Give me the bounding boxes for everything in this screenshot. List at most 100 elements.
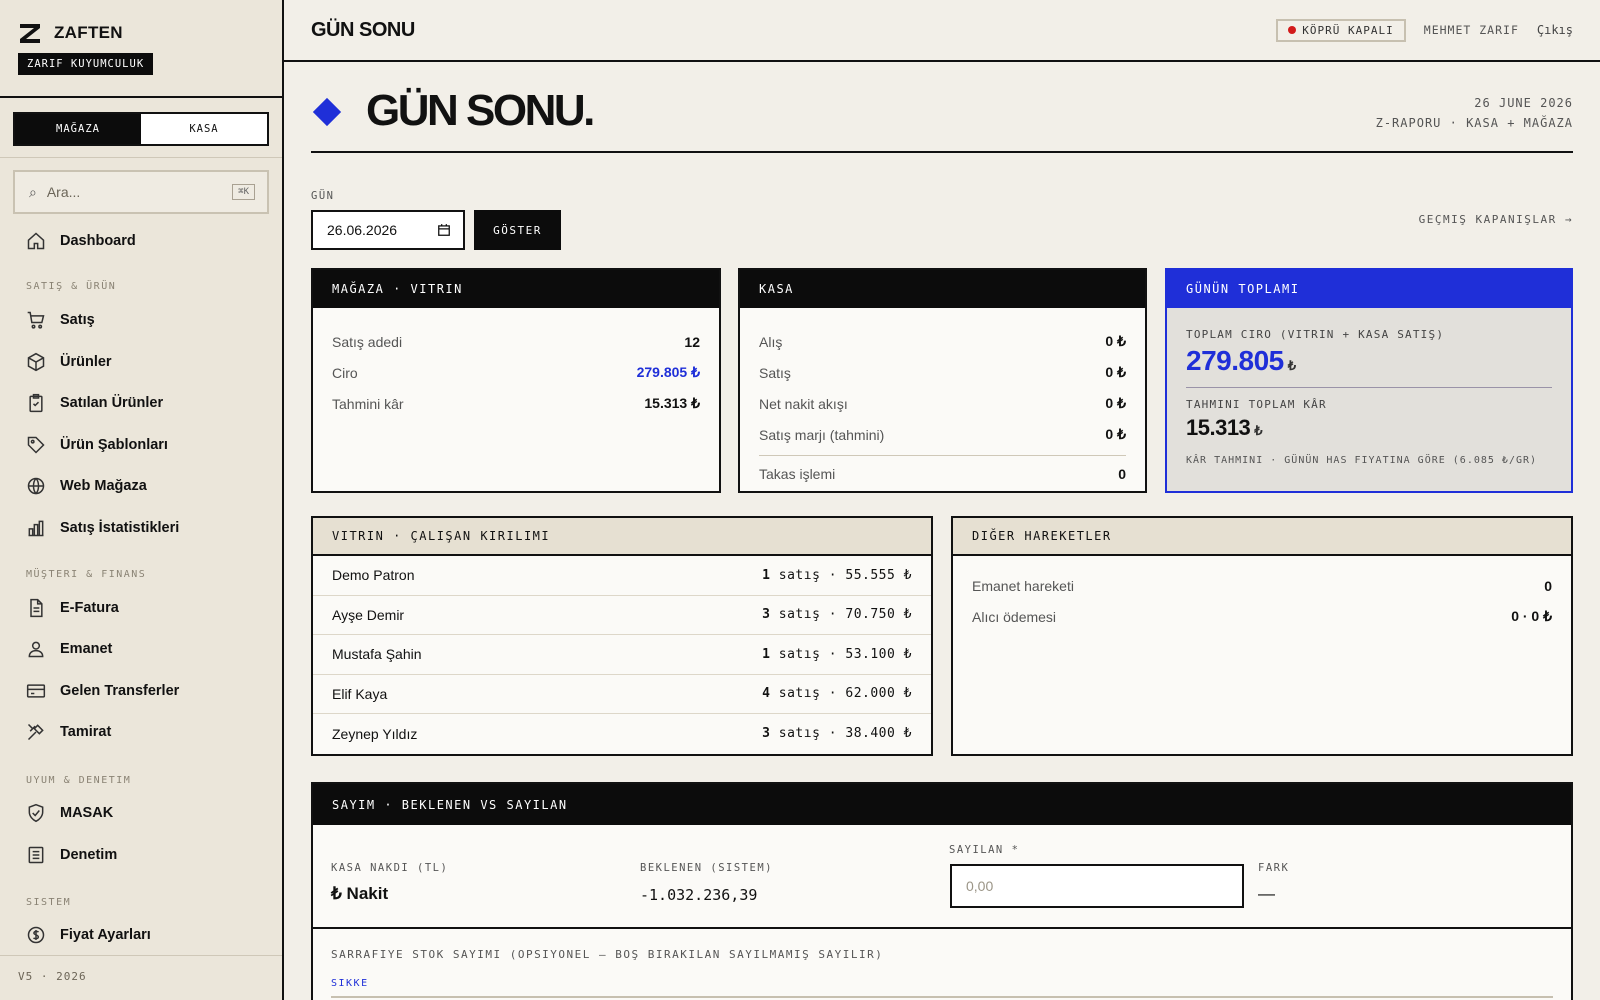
nav-section-sales: SATIŞ & ÜRÜN [26, 281, 117, 292]
mode-tab-cash[interactable]: KASA [141, 114, 267, 144]
sidebar-item-label: MASAK [60, 805, 114, 821]
divider [759, 455, 1126, 456]
card-title: SAYIM · BEKLENEN VS SAYILAN [313, 784, 1571, 825]
sale-detail: satış · 62.000 ₺ [778, 686, 912, 702]
sidebar-item-templates[interactable]: Ürün Şablonları [26, 435, 168, 455]
brand-name: ZAFTEN [54, 23, 123, 42]
diff-value: — [1258, 884, 1275, 903]
sidebar-item-products[interactable]: Ürünler [26, 352, 112, 372]
stat-label: Ciro [332, 364, 358, 381]
mode-switch: MAĞAZA KASA [13, 112, 269, 146]
dollar-circle-icon [27, 926, 45, 944]
employee-list: Demo Patron 1 satış · 55.555 ₺ Ayşe Demi… [313, 556, 931, 754]
sale-count: 1 [762, 646, 771, 662]
expected-value: -1.032.236,39 [640, 886, 758, 904]
stat-label: Emanet hareketi [972, 577, 1074, 594]
nav-section-customer: MÜŞTERI & FINANS [26, 569, 147, 580]
cash-value: ₺ Nakit [331, 884, 389, 903]
stat-label: Satış marjı (tahmini) [759, 426, 885, 443]
sidebar-item-repair[interactable]: Tamirat [26, 722, 111, 742]
sidebar: ZAFTEN ZARIF KUYUMCULUK MAĞAZA KASA ⌕ ⌘K… [0, 0, 284, 1000]
table-row: Demo Patron 1 satış · 55.555 ₺ [313, 556, 931, 596]
search-input[interactable] [46, 184, 233, 200]
coin-label: SIKKE [331, 978, 369, 989]
stat-label: Alış [759, 333, 783, 350]
page-header: GÜN SONU. 26 JUNE 2026 Z-RAPORU · KASA +… [311, 86, 1573, 153]
employee-breakdown-card: VITRIN · ÇALIŞAN KIRILIMI Demo Patron 1 … [311, 516, 933, 756]
sidebar-item-consignment[interactable]: Emanet [26, 639, 112, 659]
stat-value: 0 ₺ [1105, 395, 1126, 411]
card-title: MAĞAZA · VITRIN [313, 270, 719, 308]
shield-check-icon [28, 803, 44, 823]
box-icon [27, 352, 45, 372]
count-card: SAYIM · BEKLENEN VS SAYILAN [311, 782, 1573, 1000]
globe-icon [27, 477, 45, 495]
sidebar-item-masak[interactable]: MASAK [26, 803, 113, 823]
mode-tab-store[interactable]: MAĞAZA [15, 114, 141, 144]
sale-detail: satış · 55.555 ₺ [778, 567, 912, 583]
nav-section-compliance: UYUM & DENETIM [26, 775, 132, 786]
calendar-icon[interactable] [437, 223, 451, 237]
stat-label: Takas işlemi [759, 465, 836, 482]
sidebar-item-prices[interactable]: Fiyat Ayarları [26, 925, 151, 945]
stat-value: 0 ₺ [1105, 333, 1126, 349]
stat-label: Net nakit akışı [759, 395, 848, 412]
history-link[interactable]: GEÇMIŞ KAPANIŞLAR → [1419, 213, 1573, 226]
sidebar-item-stats[interactable]: Satış İstatistikleri [26, 518, 179, 538]
show-button[interactable]: GÖSTER [474, 210, 561, 250]
table-row: Elif Kaya 4 satış · 62.000 ₺ [313, 675, 931, 714]
sale-detail: satış · 53.100 ₺ [778, 646, 912, 662]
total-revenue-value: 279.805 [1186, 345, 1284, 376]
expected-label: BEKLENEN (SISTEM) [640, 862, 773, 874]
cash-label: KASA NAKDI (TL) [331, 862, 449, 874]
page-title: GÜN SONU. [366, 86, 595, 135]
user-hand-icon [28, 641, 44, 658]
sale-count: 4 [762, 686, 771, 702]
topbar-title: GÜN SONU [311, 18, 415, 41]
document-icon [30, 598, 43, 618]
search-icon: ⌕ [29, 183, 37, 200]
sidebar-item-label: Satılan Ürünler [60, 395, 164, 411]
home-icon [27, 232, 45, 250]
employee-name: Mustafa Şahin [332, 646, 422, 663]
counted-label: SAYILAN * [949, 844, 1020, 856]
credit-card-icon [26, 684, 46, 698]
employee-name: Demo Patron [332, 567, 415, 584]
sidebar-item-web-store[interactable]: Web Mağaza [26, 476, 147, 496]
version-label: V5 · 2026 [18, 970, 87, 983]
sidebar-item-label: Emanet [60, 641, 113, 657]
sidebar-item-einvoice[interactable]: E-Fatura [26, 598, 119, 618]
topbar: GÜN SONU KÖPRÜ KAPALI MEHMET ZARIF Çıkış [284, 0, 1600, 62]
sale-detail: satış · 38.400 ₺ [778, 726, 912, 742]
nav-section-system: SISTEM [26, 897, 72, 908]
sidebar-item-dashboard[interactable]: Dashboard [26, 231, 136, 251]
stat-value: 0 [1544, 577, 1552, 594]
sidebar-item-label: Dashboard [60, 233, 136, 249]
stat-row: Satış marjı (tahmini) 0 ₺ [759, 419, 1126, 450]
logout-link[interactable]: Çıkış [1537, 23, 1573, 37]
stat-row: Emanet hareketi 0 [972, 570, 1552, 601]
sidebar-item-transfers[interactable]: Gelen Transferler [26, 681, 179, 701]
sale-count: 3 [762, 607, 771, 623]
sidebar-item-sales[interactable]: Satış [26, 310, 95, 330]
sidebar-item-sold-products[interactable]: Satılan Ürünler [26, 393, 163, 413]
total-profit-value: 15.313 [1186, 415, 1251, 440]
counted-input[interactable] [950, 864, 1244, 908]
zaften-logo-icon [20, 24, 40, 43]
currency-unit: ₺ [1254, 423, 1263, 438]
employee-name: Zeynep Yıldız [332, 725, 418, 742]
user-name: MEHMET ZARIF [1423, 23, 1519, 37]
sale-count: 1 [762, 567, 771, 583]
card-title: DIĞER HAREKETLER [953, 518, 1571, 556]
diamond-icon [312, 97, 342, 127]
cart-icon [27, 311, 45, 329]
store-card: MAĞAZA · VITRIN Satış adedi 12 Ciro 279.… [311, 268, 721, 493]
sidebar-item-label: Denetim [60, 847, 118, 863]
stat-value: 0 ₺ [1105, 364, 1126, 380]
sidebar-item-audit[interactable]: Denetim [26, 845, 117, 865]
card-title: GÜNÜN TOPLAMI [1167, 270, 1571, 308]
other-movements-card: DIĞER HAREKETLER Emanet hareketi 0 Alıcı… [951, 516, 1573, 756]
divider [1186, 387, 1552, 388]
sidebar-item-label: Ürün Şablonları [60, 437, 168, 453]
date-input[interactable]: 26.06.2026 [311, 210, 465, 250]
